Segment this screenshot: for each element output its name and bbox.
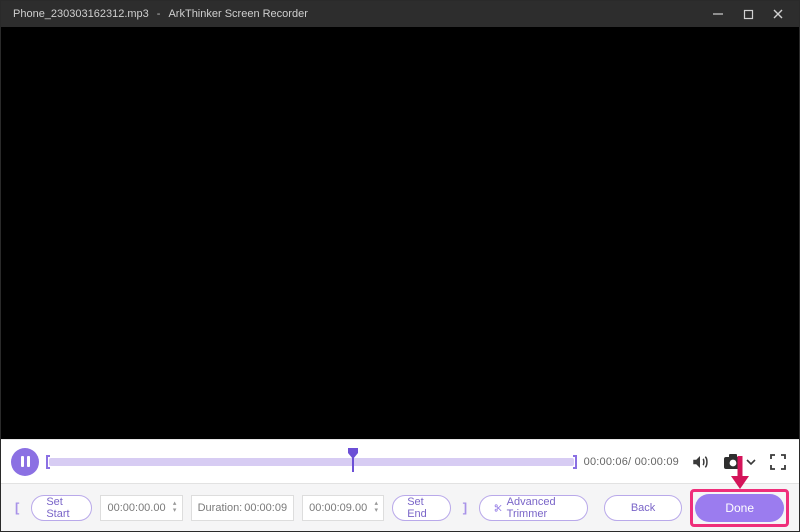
trim-start-handle[interactable] bbox=[46, 455, 50, 469]
maximize-button[interactable] bbox=[733, 1, 763, 27]
set-start-label: Set Start bbox=[46, 496, 77, 520]
titlebar: Phone_230303162312.mp3 - ArkThinker Scre… bbox=[1, 1, 799, 27]
done-button[interactable]: Done bbox=[695, 494, 784, 522]
end-time-value: 00:00:09.00 bbox=[309, 502, 367, 514]
title-text: Phone_230303162312.mp3 - ArkThinker Scre… bbox=[13, 8, 308, 20]
timeline[interactable] bbox=[49, 451, 574, 473]
chevron-down-icon[interactable]: ▾ bbox=[170, 508, 180, 515]
trim-end-handle[interactable] bbox=[573, 455, 577, 469]
fullscreen-icon[interactable] bbox=[767, 451, 789, 473]
start-time-value: 00:00:00.00 bbox=[107, 502, 165, 514]
app-window: Phone_230303162312.mp3 - ArkThinker Scre… bbox=[0, 0, 800, 532]
pause-button[interactable] bbox=[11, 448, 39, 476]
done-label: Done bbox=[725, 501, 754, 515]
advanced-trimmer-label: Advanced Trimmer bbox=[507, 496, 573, 520]
filename: Phone_230303162312.mp3 bbox=[13, 8, 149, 20]
advanced-trimmer-button[interactable]: Advanced Trimmer bbox=[479, 495, 588, 521]
app-name: ArkThinker Screen Recorder bbox=[168, 8, 307, 20]
duration-value: 00:00:09 bbox=[244, 502, 287, 514]
callout-arrow-icon bbox=[728, 454, 752, 490]
end-time-stepper[interactable]: ▴ ▾ bbox=[371, 501, 381, 515]
minimize-button[interactable] bbox=[703, 1, 733, 27]
timeline-track bbox=[49, 458, 574, 466]
back-label: Back bbox=[631, 502, 655, 514]
start-time-input[interactable]: 00:00:00.00 ▴ ▾ bbox=[100, 495, 182, 521]
volume-icon[interactable] bbox=[689, 451, 711, 473]
set-start-button[interactable]: Set Start bbox=[31, 495, 92, 521]
set-end-button[interactable]: Set End bbox=[392, 495, 450, 521]
current-time: 00:00:06 bbox=[584, 456, 628, 468]
end-time-input[interactable]: 00:00:09.00 ▴ ▾ bbox=[302, 495, 384, 521]
back-button[interactable]: Back bbox=[604, 495, 682, 521]
start-time-stepper[interactable]: ▴ ▾ bbox=[170, 501, 180, 515]
playback-bar: 00:00:06/ 00:00:09 bbox=[1, 439, 799, 483]
done-highlight: Done bbox=[690, 489, 789, 527]
timecode: 00:00:06/ 00:00:09 bbox=[584, 456, 679, 468]
total-time: 00:00:09 bbox=[631, 456, 679, 468]
bracket-close-icon: ] bbox=[459, 500, 471, 515]
duration-label: Duration: bbox=[198, 502, 243, 514]
playhead[interactable] bbox=[346, 448, 360, 472]
preview-area bbox=[1, 27, 799, 439]
duration-display: Duration:00:00:09 bbox=[191, 495, 294, 521]
bracket-open-icon: [ bbox=[11, 500, 23, 515]
chevron-down-icon[interactable]: ▾ bbox=[371, 508, 381, 515]
close-button[interactable] bbox=[763, 1, 793, 27]
trim-toolbar: [ Set Start 00:00:00.00 ▴ ▾ Duration:00:… bbox=[1, 483, 799, 531]
title-separator: - bbox=[157, 8, 161, 20]
set-end-label: Set End bbox=[407, 496, 435, 520]
scissors-icon bbox=[494, 502, 503, 514]
